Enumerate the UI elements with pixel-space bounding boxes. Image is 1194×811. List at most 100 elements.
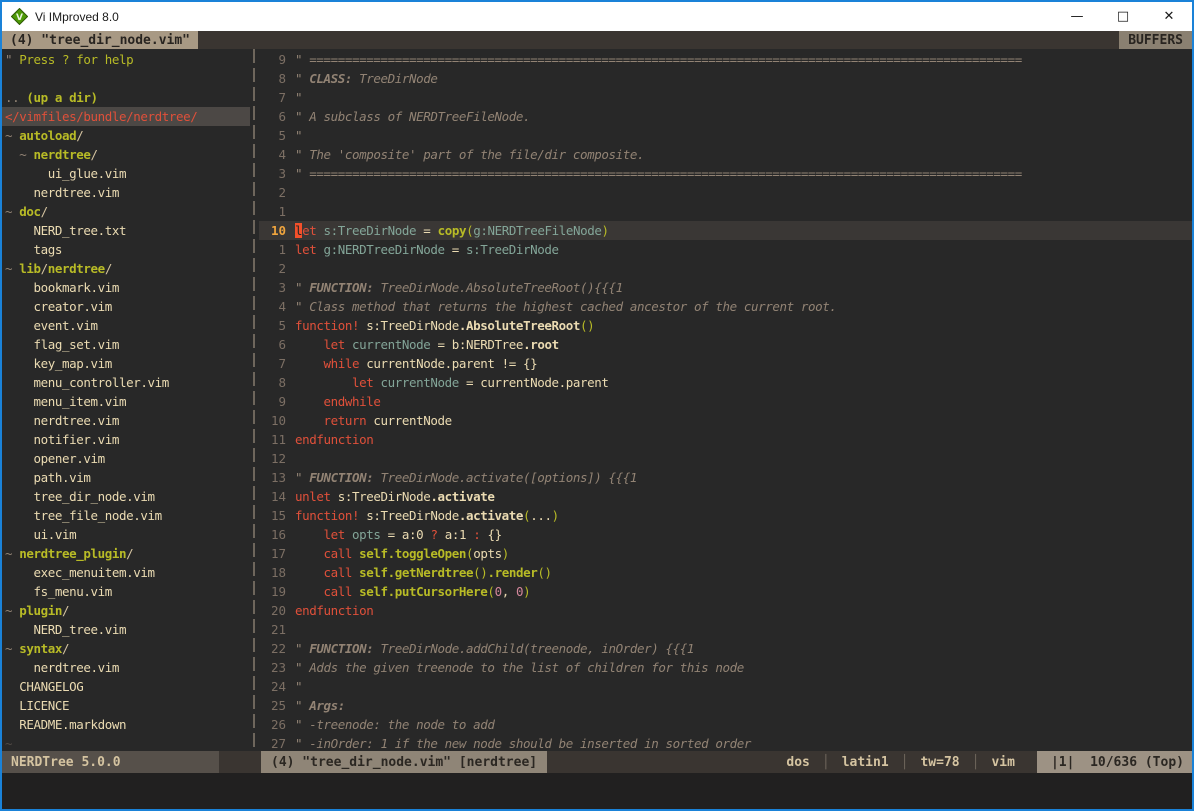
editor-line[interactable]: 1 bbox=[259, 202, 1192, 221]
tree-item[interactable]: exec_menuitem.vim bbox=[2, 563, 250, 582]
tab-tree-dir-node[interactable]: (4) "tree_dir_node.vim" bbox=[2, 31, 198, 49]
tree-item[interactable]: flag_set.vim bbox=[2, 335, 250, 354]
tree-item[interactable]: ~ nerdtree/ bbox=[2, 145, 250, 164]
editor-line[interactable]: 26" -treenode: the node to add bbox=[259, 715, 1192, 734]
editor-line[interactable]: 6 let currentNode = b:NERDTree.root bbox=[259, 335, 1192, 354]
editor-line[interactable]: 7" bbox=[259, 88, 1192, 107]
line-text: " -treenode: the node to add bbox=[286, 715, 495, 734]
editor-line[interactable]: 24" bbox=[259, 677, 1192, 696]
tree-item[interactable]: nerdtree.vim bbox=[2, 658, 250, 677]
editor-line[interactable]: 9 endwhile bbox=[259, 392, 1192, 411]
tree-item[interactable]: ~ plugin/ bbox=[2, 601, 250, 620]
line-text: call self.toggleOpen(opts) bbox=[286, 544, 509, 563]
tree-item[interactable]: event.vim bbox=[2, 316, 250, 335]
editor-line[interactable]: 1let g:NERDTreeDirNode = s:TreeDirNode bbox=[259, 240, 1192, 259]
line-text: let s:TreeDirNode = copy(g:NERDTreeFileN… bbox=[286, 221, 609, 240]
editor-line[interactable]: 4" The 'composite' part of the file/dir … bbox=[259, 145, 1192, 164]
editor-line[interactable]: 10 return currentNode bbox=[259, 411, 1192, 430]
editor-line[interactable]: 6" A subclass of NERDTreeFileNode. bbox=[259, 107, 1192, 126]
editor-line[interactable]: 4" Class method that returns the highest… bbox=[259, 297, 1192, 316]
tree-item[interactable]: fs_menu.vim bbox=[2, 582, 250, 601]
editor-line[interactable]: 5" bbox=[259, 126, 1192, 145]
editor-line[interactable]: 22" FUNCTION: TreeDirNode.addChild(treen… bbox=[259, 639, 1192, 658]
tree-item[interactable]: creator.vim bbox=[2, 297, 250, 316]
minimize-button[interactable]: — bbox=[1054, 2, 1100, 31]
line-number: 12 bbox=[259, 449, 286, 468]
editor-line[interactable]: 21 bbox=[259, 620, 1192, 639]
buffers-label: BUFFERS bbox=[1119, 31, 1192, 49]
editor-line[interactable]: 7 while currentNode.parent != {} bbox=[259, 354, 1192, 373]
statusline-item: vim bbox=[979, 755, 1026, 770]
tree-item[interactable]: menu_item.vim bbox=[2, 392, 250, 411]
editor-line[interactable]: 5function! s:TreeDirNode.AbsoluteTreeRoo… bbox=[259, 316, 1192, 335]
editor-line[interactable]: 19 call self.putCursorHere(0, 0) bbox=[259, 582, 1192, 601]
tree-item[interactable]: path.vim bbox=[2, 468, 250, 487]
tree-item[interactable]: README.markdown bbox=[2, 715, 250, 734]
tree-item[interactable]: ui_glue.vim bbox=[2, 164, 250, 183]
command-line[interactable] bbox=[2, 773, 1192, 809]
line-number: 17 bbox=[259, 544, 286, 563]
editor-line[interactable]: 23" Adds the given treenode to the list … bbox=[259, 658, 1192, 677]
tree-item[interactable]: nerdtree.vim bbox=[2, 411, 250, 430]
editor-line[interactable]: 12 bbox=[259, 449, 1192, 468]
tree-item[interactable]: NERD_tree.vim bbox=[2, 620, 250, 639]
titlebar: V Vi IMproved 8.0 — □ ✕ bbox=[2, 2, 1192, 31]
tree-item[interactable]: tree_file_node.vim bbox=[2, 506, 250, 525]
line-text: " A subclass of NERDTreeFileNode. bbox=[286, 107, 530, 126]
tree-item[interactable]: " Press ? for help bbox=[2, 50, 250, 69]
line-number: 16 bbox=[259, 525, 286, 544]
tree-item[interactable]: ~ syntax/ bbox=[2, 639, 250, 658]
editor-line[interactable]: 20endfunction bbox=[259, 601, 1192, 620]
editor-line[interactable]: 8 let currentNode = currentNode.parent bbox=[259, 373, 1192, 392]
editor-line[interactable]: 3" FUNCTION: TreeDirNode.AbsoluteTreeRoo… bbox=[259, 278, 1192, 297]
tree-item[interactable]: .. (up a dir) bbox=[2, 88, 250, 107]
editor-line[interactable]: 18 call self.getNerdtree().render() bbox=[259, 563, 1192, 582]
tree-item[interactable] bbox=[2, 69, 250, 88]
tree-item[interactable]: ~ doc/ bbox=[2, 202, 250, 221]
line-number: 7 bbox=[259, 88, 286, 107]
tabline: (4) "tree_dir_node.vim" BUFFERS bbox=[2, 31, 1192, 49]
editor-line[interactable]: 14unlet s:TreeDirNode.activate bbox=[259, 487, 1192, 506]
editor-line[interactable]: 27" -inOrder: 1 if the new node should b… bbox=[259, 734, 1192, 751]
editor-line[interactable]: 13" FUNCTION: TreeDirNode.activate([opti… bbox=[259, 468, 1192, 487]
line-number: 9 bbox=[259, 392, 286, 411]
editor-line[interactable]: 2 bbox=[259, 183, 1192, 202]
statusline-separator: │ bbox=[822, 755, 830, 770]
editor-line[interactable]: 9" =====================================… bbox=[259, 50, 1192, 69]
tree-item[interactable]: ~ lib/nerdtree/ bbox=[2, 259, 250, 278]
editor-line[interactable]: 8" CLASS: TreeDirNode bbox=[259, 69, 1192, 88]
line-number: 8 bbox=[259, 69, 286, 88]
editor-line[interactable]: 11endfunction bbox=[259, 430, 1192, 449]
editor-area[interactable]: 9" =====================================… bbox=[259, 49, 1192, 751]
tree-item[interactable]: bookmark.vim bbox=[2, 278, 250, 297]
line-number: 4 bbox=[259, 145, 286, 164]
tree-item[interactable]: nerdtree.vim bbox=[2, 183, 250, 202]
tree-item[interactable]: menu_controller.vim bbox=[2, 373, 250, 392]
tree-item[interactable]: notifier.vim bbox=[2, 430, 250, 449]
tree-item[interactable]: NERD_tree.txt bbox=[2, 221, 250, 240]
editor-line[interactable]: 25" Args: bbox=[259, 696, 1192, 715]
close-button[interactable]: ✕ bbox=[1146, 2, 1192, 31]
window-separator[interactable] bbox=[250, 49, 259, 751]
tree-item[interactable]: ~ nerdtree_plugin/ bbox=[2, 544, 250, 563]
tree-item[interactable]: tags bbox=[2, 240, 250, 259]
line-text: " bbox=[286, 126, 302, 145]
tree-item[interactable]: tree_dir_node.vim bbox=[2, 487, 250, 506]
tree-root-item[interactable]: </vimfiles/bundle/nerdtree/ bbox=[2, 107, 250, 126]
nerdtree-panel[interactable]: " Press ? for help .. (up a dir)</vimfile… bbox=[2, 49, 250, 751]
tree-item[interactable]: ui.vim bbox=[2, 525, 250, 544]
editor-line-current[interactable]: 10let s:TreeDirNode = copy(g:NERDTreeFil… bbox=[259, 221, 1192, 240]
maximize-button[interactable]: □ bbox=[1100, 2, 1146, 31]
tree-item[interactable]: CHANGELOG bbox=[2, 677, 250, 696]
editor-line[interactable]: 15function! s:TreeDirNode.activate(...) bbox=[259, 506, 1192, 525]
editor-line[interactable]: 16 let opts = a:0 ? a:1 : {} bbox=[259, 525, 1192, 544]
line-number: 10 bbox=[259, 221, 286, 240]
tree-item[interactable]: opener.vim bbox=[2, 449, 250, 468]
editor-line[interactable]: 3" =====================================… bbox=[259, 164, 1192, 183]
tree-item[interactable]: ~ autoload/ bbox=[2, 126, 250, 145]
tree-item[interactable]: LICENCE bbox=[2, 696, 250, 715]
tree-item[interactable]: ~ bbox=[2, 734, 250, 751]
tree-item[interactable]: key_map.vim bbox=[2, 354, 250, 373]
editor-line[interactable]: 2 bbox=[259, 259, 1192, 278]
editor-line[interactable]: 17 call self.toggleOpen(opts) bbox=[259, 544, 1192, 563]
